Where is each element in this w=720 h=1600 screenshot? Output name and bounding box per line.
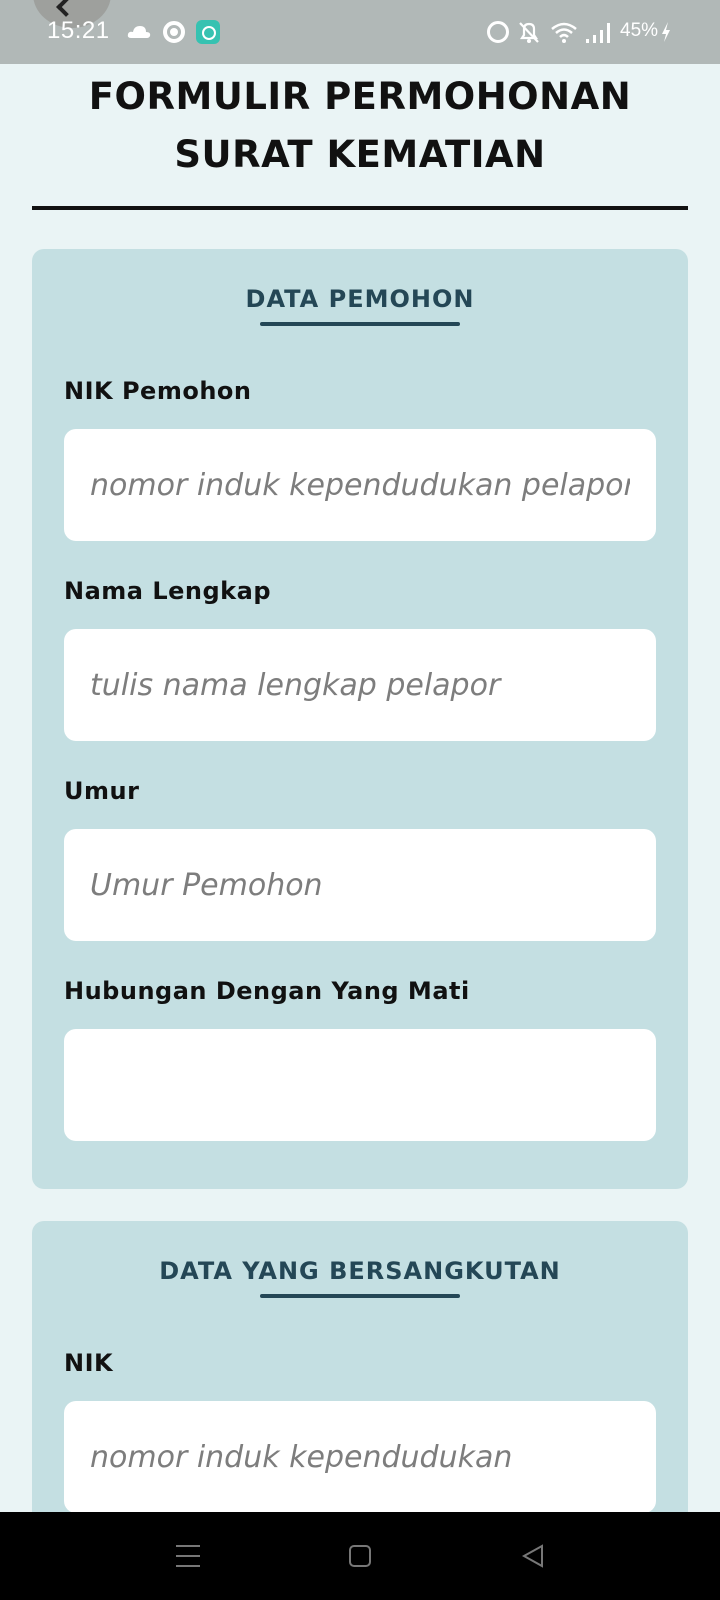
- section-card-pemohon: DATA PEMOHON NIK Pemohon Nama Lengkap Um…: [32, 249, 688, 1189]
- nama-lengkap-label: Nama Lengkap: [64, 577, 272, 605]
- status-bar: 15:21 45%: [0, 0, 720, 64]
- nik-label: NIK: [64, 1349, 114, 1377]
- section-underline: [260, 322, 460, 326]
- nik-pemohon-input[interactable]: [64, 429, 656, 541]
- umur-input[interactable]: [64, 829, 656, 941]
- alarm-icon: [487, 21, 509, 43]
- section-title-pemohon: DATA PEMOHON: [245, 285, 475, 313]
- nik-input[interactable]: [64, 1401, 656, 1513]
- section-underline: [260, 1294, 460, 1298]
- wifi-icon: [551, 22, 577, 43]
- page-title: FORMULIR PERMOHONAN SURAT KEMATIAN: [0, 68, 720, 184]
- battery-level: 45%: [620, 20, 659, 41]
- nik-pemohon-label: NIK Pemohon: [64, 377, 252, 405]
- hubungan-label: Hubungan Dengan Yang Mati: [64, 977, 470, 1005]
- title-divider: [32, 206, 688, 210]
- nama-lengkap-input[interactable]: [64, 629, 656, 741]
- page-title-line-2: SURAT KEMATIAN: [174, 133, 546, 176]
- app-notification-icon: [196, 20, 220, 44]
- recent-apps-button[interactable]: [176, 1545, 200, 1567]
- status-time: 15:21: [47, 17, 110, 44]
- signal-icon: [586, 23, 610, 43]
- section-title-bersangkutan: DATA YANG BERSANGKUTAN: [159, 1257, 561, 1285]
- target-icon: [163, 21, 185, 43]
- chevron-left-icon: [56, 0, 76, 17]
- hubungan-input[interactable]: [64, 1029, 656, 1141]
- back-triangle-icon[interactable]: [520, 1543, 546, 1569]
- umur-label: Umur: [64, 777, 140, 805]
- home-button[interactable]: [349, 1545, 371, 1567]
- charging-bolt-icon: [662, 22, 670, 42]
- page-title-line-1: FORMULIR PERMOHONAN: [88, 75, 632, 118]
- cloud-icon: [127, 26, 151, 38]
- bell-off-icon: [519, 22, 539, 43]
